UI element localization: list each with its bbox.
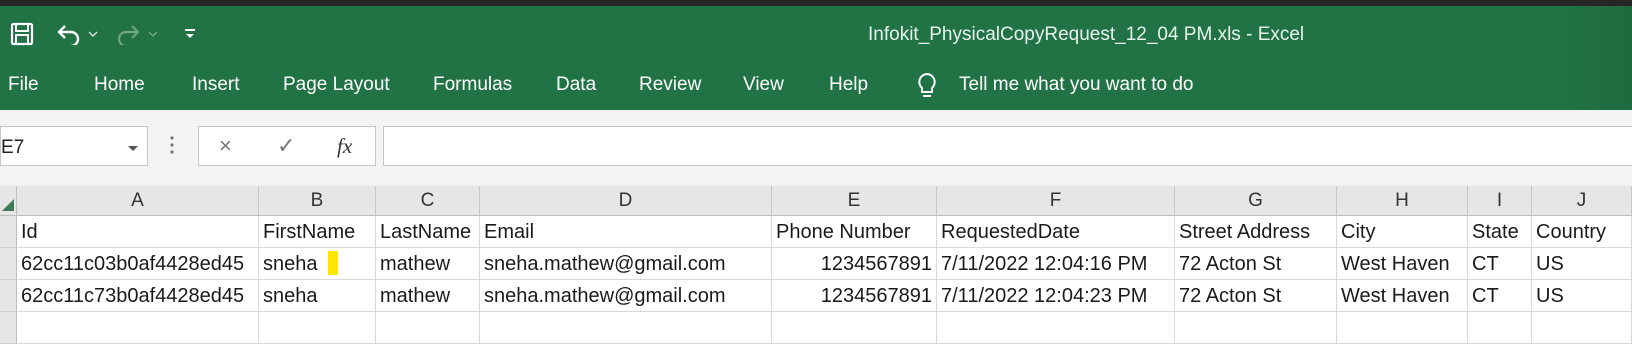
column-header-j[interactable]: J xyxy=(1532,186,1632,216)
cell-b1[interactable]: FirstName xyxy=(259,216,376,248)
tab-help[interactable]: Help xyxy=(829,74,868,96)
row-header-2[interactable] xyxy=(0,248,17,280)
cell-f2[interactable]: 7/11/2022 12:04:16 PM xyxy=(937,248,1175,280)
cell-a1[interactable]: Id xyxy=(17,216,259,248)
cell-c4[interactable] xyxy=(376,312,480,344)
cell-h4[interactable] xyxy=(1337,312,1468,344)
name-box-value: E7 xyxy=(1,137,25,158)
tab-page-layout[interactable]: Page Layout xyxy=(283,74,390,96)
tab-review[interactable]: Review xyxy=(639,74,701,96)
insert-function-icon[interactable]: fx xyxy=(337,134,352,159)
cell-d2[interactable]: sneha.mathew@gmail.com xyxy=(480,248,772,280)
cell-b2-text: sneha xyxy=(263,253,318,275)
column-header-h[interactable]: H xyxy=(1337,186,1468,216)
column-header-a[interactable]: A xyxy=(17,186,259,216)
cell-a2[interactable]: 62cc11c03b0af4428ed45 xyxy=(17,248,259,280)
cancel-icon[interactable]: × xyxy=(219,135,232,157)
undo-icon[interactable] xyxy=(54,6,84,62)
customize-quick-access-icon[interactable] xyxy=(180,6,200,62)
row-header-3[interactable] xyxy=(0,280,17,312)
formula-input[interactable] xyxy=(383,126,1632,166)
cell-d3[interactable]: sneha.mathew@gmail.com xyxy=(480,280,772,312)
column-header-c[interactable]: C xyxy=(376,186,480,216)
cell-e1[interactable]: Phone Number xyxy=(772,216,937,248)
chevron-down-icon[interactable] xyxy=(127,140,139,158)
cell-a3[interactable]: 62cc11c73b0af4428ed45 xyxy=(17,280,259,312)
cell-e2[interactable]: 1234567891 xyxy=(772,248,937,280)
cell-e4[interactable] xyxy=(772,312,937,344)
cell-a4[interactable] xyxy=(17,312,259,344)
cell-d1[interactable]: Email xyxy=(480,216,772,248)
cell-e3[interactable]: 1234567891 xyxy=(772,280,937,312)
lightbulb-icon[interactable] xyxy=(914,71,940,106)
column-header-g[interactable]: G xyxy=(1175,186,1337,216)
cell-b3[interactable]: sneha xyxy=(259,280,376,312)
formula-bar-area: E7 × ✓ fx xyxy=(0,110,1632,187)
cell-h2[interactable]: West Haven xyxy=(1337,248,1468,280)
title-bar: Infokit_PhysicalCopyRequest_12_04 PM.xls… xyxy=(0,6,1632,62)
tab-insert[interactable]: Insert xyxy=(192,74,240,96)
window-title: Infokit_PhysicalCopyRequest_12_04 PM.xls… xyxy=(868,24,1305,45)
cell-f3[interactable]: 7/11/2022 12:04:23 PM xyxy=(937,280,1175,312)
column-header-d[interactable]: D xyxy=(480,186,772,216)
redo-dropdown-icon[interactable] xyxy=(146,6,160,62)
cell-c1[interactable]: LastName xyxy=(376,216,480,248)
cell-i3[interactable]: CT xyxy=(1468,280,1532,312)
cell-j3[interactable]: US xyxy=(1532,280,1632,312)
cell-h1[interactable]: City xyxy=(1337,216,1468,248)
save-icon[interactable] xyxy=(6,6,38,62)
ribbon-edge-shade xyxy=(1562,6,1632,116)
tell-me-search[interactable]: Tell me what you want to do xyxy=(959,74,1193,96)
cell-g3[interactable]: 72 Acton St xyxy=(1175,280,1337,312)
cell-j2[interactable]: US xyxy=(1532,248,1632,280)
name-box[interactable]: E7 xyxy=(0,126,148,166)
spreadsheet-grid: A B C D E F G H I J Id FirstName LastNam… xyxy=(0,186,1632,344)
column-header-i[interactable]: I xyxy=(1468,186,1532,216)
more-options-icon[interactable] xyxy=(170,136,174,159)
cell-f4[interactable] xyxy=(937,312,1175,344)
cell-g2[interactable]: 72 Acton St xyxy=(1175,248,1337,280)
tab-file[interactable]: File xyxy=(8,74,39,96)
cell-b4[interactable] xyxy=(259,312,376,344)
formula-buttons: × ✓ fx xyxy=(198,126,376,166)
cell-g4[interactable] xyxy=(1175,312,1337,344)
tab-formulas[interactable]: Formulas xyxy=(433,74,512,96)
enter-check-icon[interactable]: ✓ xyxy=(277,135,295,157)
cell-j1[interactable]: Country xyxy=(1532,216,1632,248)
redo-icon[interactable] xyxy=(114,6,142,62)
cell-h3[interactable]: West Haven xyxy=(1337,280,1468,312)
cell-c2[interactable]: mathew xyxy=(376,248,480,280)
tab-data[interactable]: Data xyxy=(556,74,596,96)
cell-j4[interactable] xyxy=(1532,312,1632,344)
row-header-1[interactable] xyxy=(0,216,17,248)
cell-i4[interactable] xyxy=(1468,312,1532,344)
cell-b2[interactable]: sneha xyxy=(259,248,376,280)
cell-d4[interactable] xyxy=(480,312,772,344)
cell-g1[interactable]: Street Address xyxy=(1175,216,1337,248)
row-header-4[interactable] xyxy=(0,312,17,344)
column-header-f[interactable]: F xyxy=(937,186,1175,216)
cell-i1[interactable]: State xyxy=(1468,216,1532,248)
text-cursor-highlight xyxy=(327,250,338,275)
column-header-e[interactable]: E xyxy=(772,186,937,216)
select-all-corner[interactable] xyxy=(0,186,17,216)
tab-view[interactable]: View xyxy=(743,74,784,96)
cell-f1[interactable]: RequestedDate xyxy=(937,216,1175,248)
undo-dropdown-icon[interactable] xyxy=(86,6,100,62)
tab-home[interactable]: Home xyxy=(94,74,145,96)
cell-c3[interactable]: mathew xyxy=(376,280,480,312)
cell-i2[interactable]: CT xyxy=(1468,248,1532,280)
ribbon-tab-bar: File Home Insert Page Layout Formulas Da… xyxy=(0,62,1632,110)
column-header-b[interactable]: B xyxy=(259,186,376,216)
